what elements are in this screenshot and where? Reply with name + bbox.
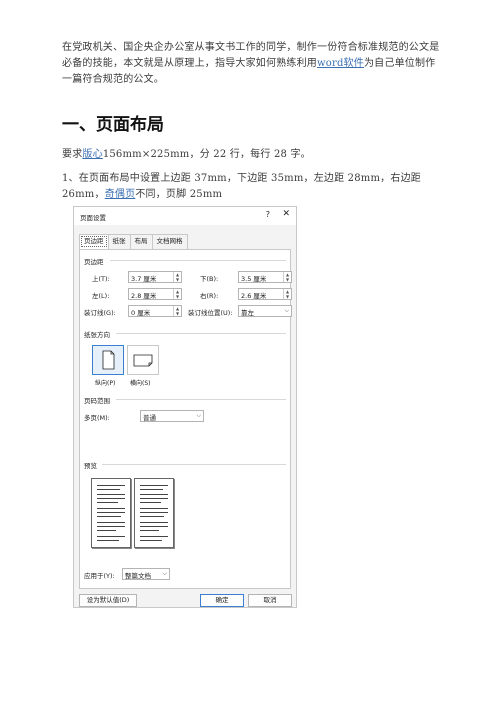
step1-text-2: 不同，页脚 25mm — [135, 189, 223, 200]
gutter-position-label: 装订线位置(U): — [188, 309, 233, 317]
portrait-page-icon — [102, 350, 115, 370]
apply-to-label: 应用于(Y): — [84, 572, 115, 580]
odd-even-link[interactable]: 奇偶页 — [105, 189, 136, 200]
dialog-titlebar: 页面设置 ? ✕ — [74, 207, 296, 225]
multiple-pages-label: 多页(M): — [84, 414, 110, 422]
bottom-margin-spinner[interactable]: 3.5 厘米 ▲ ▼ — [238, 271, 292, 283]
top-margin-spinner[interactable]: 3.7 厘米 ▲ ▼ — [128, 271, 182, 283]
page-setup-dialog: 页面设置 ? ✕ 页边距 纸张 布局 文档网格 页边距 上(T): 3.7 厘米… — [73, 206, 297, 608]
chevron-down-icon: ⌵ — [284, 307, 289, 314]
divider — [116, 333, 286, 334]
left-margin-value: 2.8 厘米 — [131, 292, 157, 300]
right-margin-label: 右(R): — [200, 292, 219, 300]
spinner-arrows-icon[interactable]: ▲ ▼ — [283, 289, 291, 299]
apply-to-select[interactable]: 整篇文档 ⌵ — [122, 568, 170, 580]
type-area-link[interactable]: 版心 — [82, 149, 102, 160]
top-margin-value: 3.7 厘米 — [131, 275, 157, 283]
preview-pages — [91, 478, 179, 548]
article: 在党政机关、国企央企办公室从事文书工作的同学，制作一份符合标准规范的公文是必备的… — [62, 40, 442, 203]
right-margin-value: 2.6 厘米 — [241, 292, 267, 300]
chevron-down-icon: ⌵ — [162, 570, 167, 577]
preview-section-label: 预览 — [84, 462, 97, 470]
pages-section-label: 页码范围 — [84, 397, 110, 405]
help-icon[interactable]: ? — [266, 210, 270, 219]
multiple-pages-select[interactable]: 普通 ⌵ — [140, 410, 204, 422]
tab-margins[interactable]: 页边距 — [79, 234, 109, 249]
ok-button[interactable]: 确定 — [200, 594, 244, 607]
landscape-label: 横向(S) — [130, 380, 151, 387]
divider — [110, 260, 286, 261]
preview-page-right — [134, 478, 174, 548]
tab-layout[interactable]: 布局 — [129, 234, 153, 249]
tab-doc-grid[interactable]: 文档网格 — [151, 234, 188, 249]
preview-page-left — [91, 478, 131, 548]
right-margin-spinner[interactable]: 2.6 厘米 ▲ ▼ — [238, 288, 292, 300]
req-text-2: 156mm×225mm，分 22 行，每行 28 字。 — [102, 149, 311, 160]
apply-to-value: 整篇文档 — [125, 572, 151, 580]
gutter-label: 装订线(G): — [84, 309, 116, 317]
divider — [102, 464, 286, 465]
spinner-arrows-icon[interactable]: ▲ ▼ — [283, 272, 291, 282]
tab-paper[interactable]: 纸张 — [107, 234, 131, 249]
top-margin-label: 上(T): — [92, 275, 110, 283]
left-margin-spinner[interactable]: 2.8 厘米 ▲ ▼ — [128, 288, 182, 300]
requirement-paragraph: 要求版心156mm×225mm，分 22 行，每行 28 字。 — [62, 147, 442, 163]
margins-panel: 页边距 上(T): 3.7 厘米 ▲ ▼ 下(B): 3.5 厘米 ▲ ▼ 左(L)… — [79, 249, 292, 589]
bottom-margin-label: 下(B): — [200, 275, 219, 283]
section-heading: 一、页面布局 — [62, 115, 164, 135]
bottom-margin-value: 3.5 厘米 — [241, 275, 267, 283]
chevron-down-icon: ⌵ — [196, 412, 201, 419]
intro-paragraph: 在党政机关、国企央企办公室从事文书工作的同学，制作一份符合标准规范的公文是必备的… — [62, 40, 442, 88]
step1-paragraph: 1、在页面布局中设置上边距 37mm，下边距 35mm，左边距 28mm，右边距… — [62, 171, 442, 203]
portrait-label: 纵向(P) — [95, 380, 116, 387]
left-margin-label: 左(L): — [92, 292, 110, 300]
close-icon[interactable]: ✕ — [282, 209, 290, 219]
gutter-position-value: 靠左 — [241, 309, 254, 317]
divider — [116, 399, 286, 400]
cancel-button[interactable]: 取消 — [248, 594, 292, 607]
spinner-arrows-icon[interactable]: ▲ ▼ — [173, 289, 181, 299]
spinner-arrows-icon[interactable]: ▲ ▼ — [173, 306, 181, 316]
word-software-link[interactable]: word软件 — [317, 58, 364, 69]
gutter-spinner[interactable]: 0 厘米 ▲ ▼ — [128, 305, 182, 317]
req-text-1: 要求 — [62, 149, 83, 160]
orientation-section-label: 纸张方向 — [84, 331, 110, 339]
multiple-pages-value: 普通 — [143, 414, 156, 422]
margins-section-label: 页边距 — [84, 258, 104, 266]
spinner-arrows-icon[interactable]: ▲ ▼ — [173, 272, 181, 282]
landscape-button[interactable] — [127, 345, 159, 375]
gutter-position-select[interactable]: 靠左 ⌵ — [238, 305, 292, 317]
set-default-button[interactable]: 设为默认值(D) — [79, 594, 137, 607]
gutter-value: 0 厘米 — [131, 309, 151, 317]
dialog-title: 页面设置 — [80, 214, 106, 222]
landscape-page-icon — [133, 354, 153, 367]
dialog-tabs: 页边距 纸张 布局 文档网格 — [79, 234, 188, 249]
portrait-button[interactable] — [92, 345, 124, 375]
